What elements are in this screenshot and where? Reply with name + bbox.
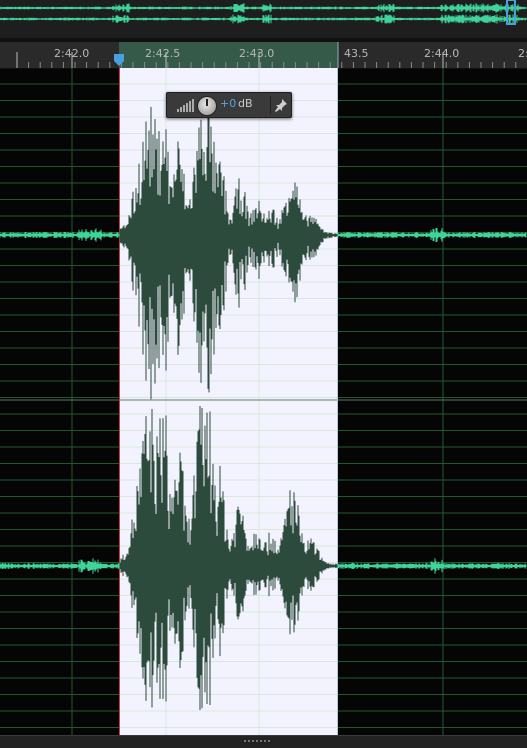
waveform-canvas[interactable] [0,68,527,735]
volume-unit: dB [238,97,253,110]
ruler-tick-label: 2:42.5 [145,47,181,60]
overview-waveform-graphic [0,0,527,25]
waveform-editor[interactable] [0,68,527,735]
volume-knob-icon[interactable] [197,96,217,116]
pin-icon[interactable] [273,97,289,113]
time-ruler[interactable]: 2:42.0 2:42.5 2:43.0 43.5 2:44.0 2: [0,42,527,69]
ruler-tick-label: 2: [518,47,527,60]
ruler-tick-label: 2:42.0 [54,47,90,60]
volume-hud[interactable]: +0 dB [166,92,292,118]
ruler-tick-label: 43.5 [344,47,369,60]
ruler-tick-label: 2:44.0 [424,47,460,60]
horizontal-scrollbar[interactable] [0,735,527,748]
ruler-tick-label: 2:43.0 [239,47,275,60]
overview-channel [0,14,527,24]
overview-channel [0,3,527,13]
playhead-marker-icon[interactable] [113,54,125,66]
level-meter-icon [177,99,194,112]
hud-divider [270,96,271,114]
volume-value[interactable]: +0 [220,97,236,110]
overview-waveform[interactable] [0,0,527,39]
grip-icon[interactable] [244,738,270,746]
